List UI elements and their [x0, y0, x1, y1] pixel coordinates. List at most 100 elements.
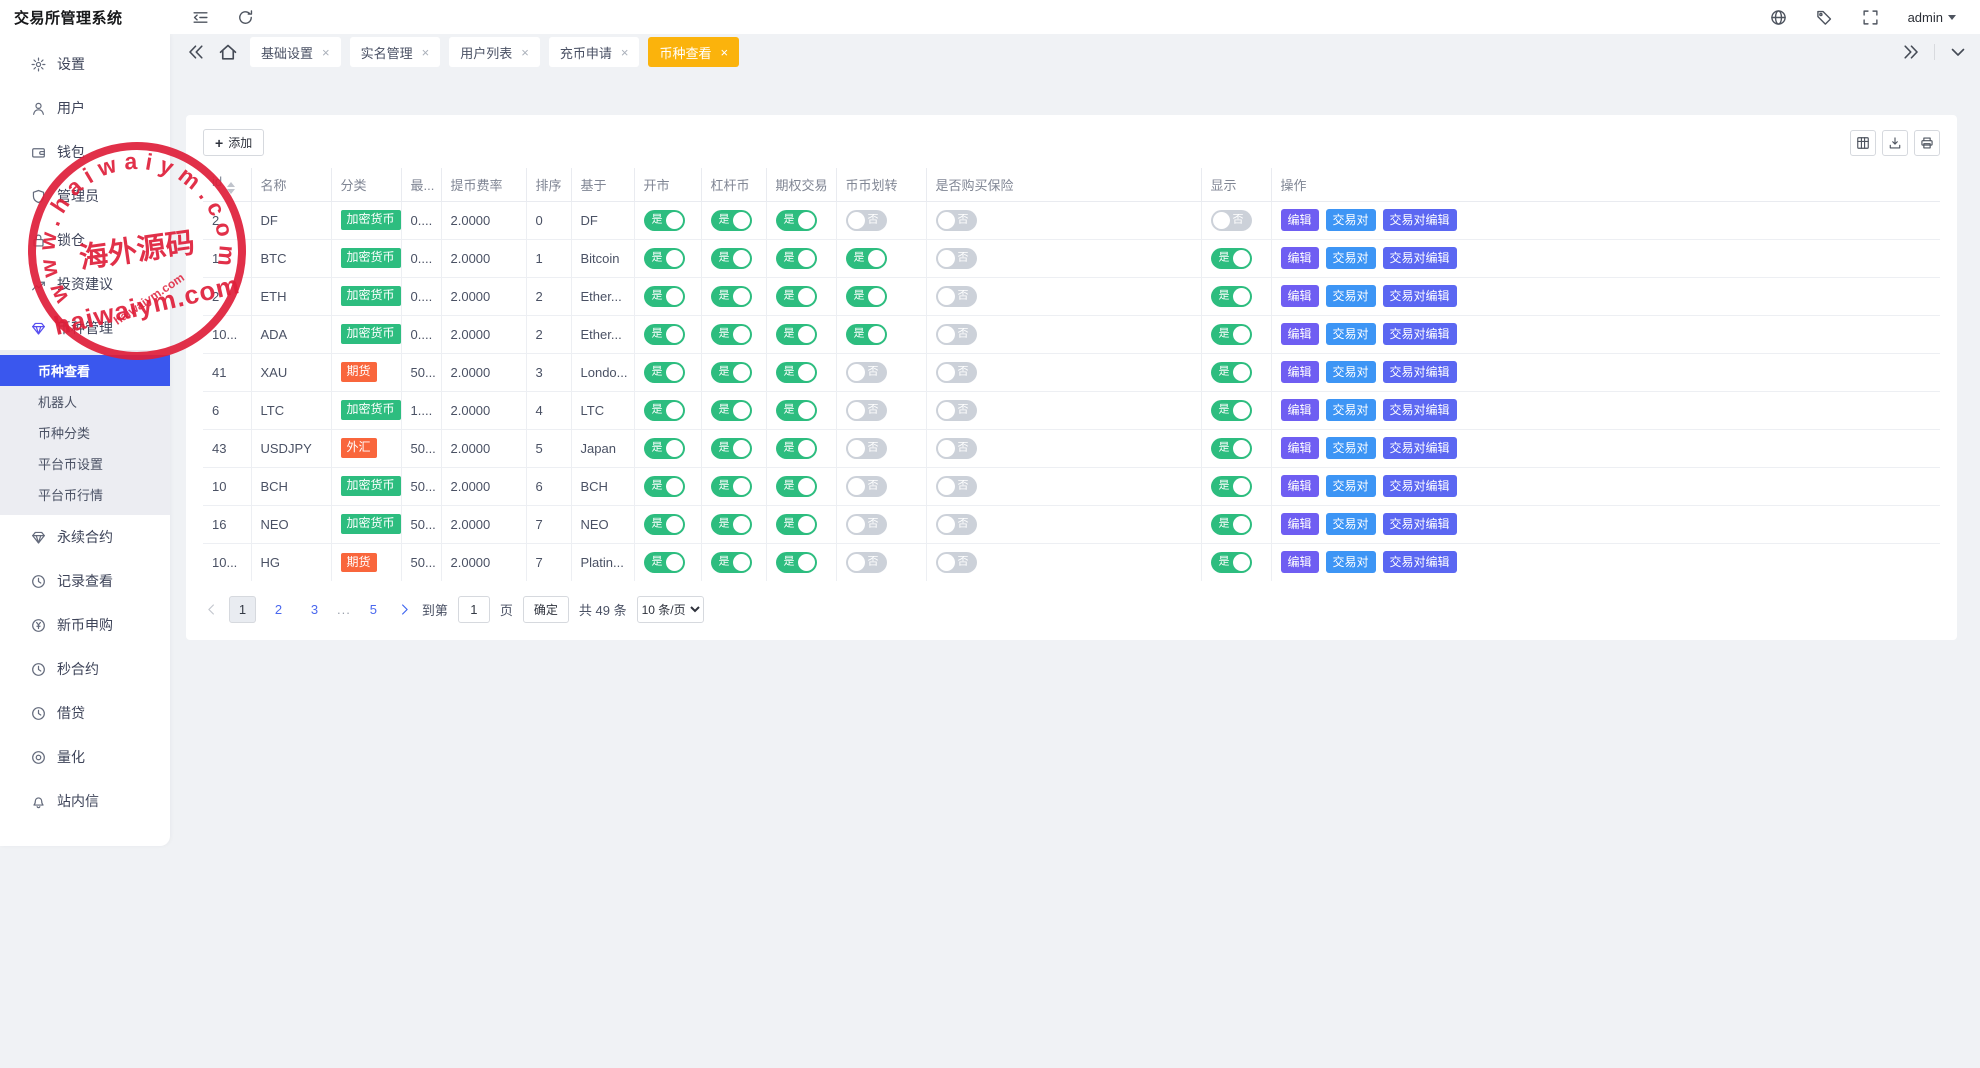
action-edit-button[interactable]: 编辑: [1281, 399, 1319, 421]
sidebar-item-loan[interactable]: 借贷: [0, 691, 170, 735]
leverage-toggle[interactable]: 是: [711, 210, 752, 231]
action-pair-button[interactable]: 交易对: [1326, 361, 1376, 383]
option-toggle[interactable]: 是: [776, 286, 817, 307]
page-button-2[interactable]: 2: [265, 596, 292, 623]
open-toggle[interactable]: 是: [644, 514, 685, 535]
confirm-button[interactable]: 确定: [523, 596, 569, 623]
transfer-toggle[interactable]: 是: [846, 248, 887, 269]
action-pair-edit-button[interactable]: 交易对编辑: [1383, 513, 1457, 535]
leverage-toggle[interactable]: 是: [711, 324, 752, 345]
action-pair-button[interactable]: 交易对: [1326, 551, 1376, 573]
sidebar-subitem-coin-category[interactable]: 币种分类: [0, 417, 170, 448]
tag-icon[interactable]: [1816, 9, 1833, 26]
home-tab-icon[interactable]: [218, 42, 238, 62]
insurance-toggle[interactable]: 否: [936, 514, 977, 535]
open-toggle[interactable]: 是: [644, 362, 685, 383]
tabs-scroll-left-icon[interactable]: [186, 42, 206, 62]
transfer-toggle[interactable]: 否: [846, 514, 887, 535]
sidebar-item-perpetual[interactable]: 永续合约: [0, 515, 170, 559]
action-pair-edit-button[interactable]: 交易对编辑: [1383, 361, 1457, 383]
show-toggle[interactable]: 是: [1211, 400, 1252, 421]
leverage-toggle[interactable]: 是: [711, 248, 752, 269]
action-pair-edit-button[interactable]: 交易对编辑: [1383, 399, 1457, 421]
action-pair-button[interactable]: 交易对: [1326, 285, 1376, 307]
menu-collapse-icon[interactable]: [192, 9, 209, 26]
show-toggle[interactable]: 是: [1211, 438, 1252, 459]
leverage-toggle[interactable]: 是: [711, 286, 752, 307]
sidebar-item-coin-manage[interactable]: 币种管理: [0, 306, 170, 350]
tabs-scroll-right-icon[interactable]: [1901, 42, 1921, 62]
show-toggle[interactable]: 是: [1211, 552, 1252, 573]
open-toggle[interactable]: 是: [644, 400, 685, 421]
sidebar-item-new-coin[interactable]: 新币申购: [0, 603, 170, 647]
action-pair-edit-button[interactable]: 交易对编辑: [1383, 209, 1457, 231]
open-toggle[interactable]: 是: [644, 476, 685, 497]
page-button-5[interactable]: 5: [360, 596, 387, 623]
transfer-toggle[interactable]: 是: [846, 324, 887, 345]
fullscreen-icon[interactable]: [1862, 9, 1879, 26]
tab-4[interactable]: 充币申请×: [549, 37, 640, 67]
open-toggle[interactable]: 是: [644, 438, 685, 459]
page-button-3[interactable]: 3: [301, 596, 328, 623]
insurance-toggle[interactable]: 否: [936, 400, 977, 421]
action-edit-button[interactable]: 编辑: [1281, 247, 1319, 269]
action-pair-edit-button[interactable]: 交易对编辑: [1383, 437, 1457, 459]
columns-filter-button[interactable]: [1850, 130, 1876, 156]
action-edit-button[interactable]: 编辑: [1281, 513, 1319, 535]
prev-page-icon[interactable]: [204, 602, 219, 617]
open-toggle[interactable]: 是: [644, 552, 685, 573]
show-toggle[interactable]: 是: [1211, 324, 1252, 345]
leverage-toggle[interactable]: 是: [711, 362, 752, 383]
action-edit-button[interactable]: 编辑: [1281, 437, 1319, 459]
action-edit-button[interactable]: 编辑: [1281, 475, 1319, 497]
sidebar-item-second-contract[interactable]: 秒合约: [0, 647, 170, 691]
action-edit-button[interactable]: 编辑: [1281, 209, 1319, 231]
transfer-toggle[interactable]: 否: [846, 438, 887, 459]
action-pair-button[interactable]: 交易对: [1326, 323, 1376, 345]
action-pair-edit-button[interactable]: 交易对编辑: [1383, 323, 1457, 345]
tab-close-icon[interactable]: ×: [322, 46, 330, 59]
option-toggle[interactable]: 是: [776, 438, 817, 459]
page-size-select[interactable]: 10 条/页: [637, 596, 704, 623]
tab-5[interactable]: 币种查看×: [648, 37, 739, 67]
transfer-toggle[interactable]: 否: [846, 476, 887, 497]
action-pair-button[interactable]: 交易对: [1326, 399, 1376, 421]
leverage-toggle[interactable]: 是: [711, 514, 752, 535]
tabs-menu-icon[interactable]: [1948, 42, 1968, 62]
action-edit-button[interactable]: 编辑: [1281, 361, 1319, 383]
sidebar-subitem-coin-view[interactable]: 币种查看: [0, 355, 170, 386]
sort-icon[interactable]: [227, 182, 235, 194]
column-header-0[interactable]: id: [203, 168, 251, 201]
print-button[interactable]: [1914, 130, 1940, 156]
action-edit-button[interactable]: 编辑: [1281, 323, 1319, 345]
transfer-toggle[interactable]: 是: [846, 286, 887, 307]
show-toggle[interactable]: 是: [1211, 514, 1252, 535]
open-toggle[interactable]: 是: [644, 248, 685, 269]
action-pair-edit-button[interactable]: 交易对编辑: [1383, 247, 1457, 269]
tab-close-icon[interactable]: ×: [621, 46, 629, 59]
open-toggle[interactable]: 是: [644, 286, 685, 307]
action-edit-button[interactable]: 编辑: [1281, 285, 1319, 307]
leverage-toggle[interactable]: 是: [711, 476, 752, 497]
insurance-toggle[interactable]: 否: [936, 324, 977, 345]
sidebar-subitem-platform-coin-market[interactable]: 平台币行情: [0, 479, 170, 510]
show-toggle[interactable]: 是: [1211, 248, 1252, 269]
option-toggle[interactable]: 是: [776, 514, 817, 535]
next-page-icon[interactable]: [397, 602, 412, 617]
sidebar-item-lockup[interactable]: 锁仓: [0, 218, 170, 262]
sidebar-item-records[interactable]: 记录查看: [0, 559, 170, 603]
language-icon[interactable]: [1770, 9, 1787, 26]
insurance-toggle[interactable]: 否: [936, 286, 977, 307]
tab-close-icon[interactable]: ×: [720, 46, 728, 59]
open-toggle[interactable]: 是: [644, 210, 685, 231]
sidebar-item-invest-advice[interactable]: 投资建议: [0, 262, 170, 306]
refresh-icon[interactable]: [237, 9, 254, 26]
insurance-toggle[interactable]: 否: [936, 476, 977, 497]
sidebar-item-quant[interactable]: 量化: [0, 735, 170, 779]
insurance-toggle[interactable]: 否: [936, 210, 977, 231]
action-edit-button[interactable]: 编辑: [1281, 551, 1319, 573]
transfer-toggle[interactable]: 否: [846, 210, 887, 231]
page-button-1[interactable]: 1: [229, 596, 256, 623]
tab-1[interactable]: 基础设置×: [250, 37, 341, 67]
option-toggle[interactable]: 是: [776, 476, 817, 497]
